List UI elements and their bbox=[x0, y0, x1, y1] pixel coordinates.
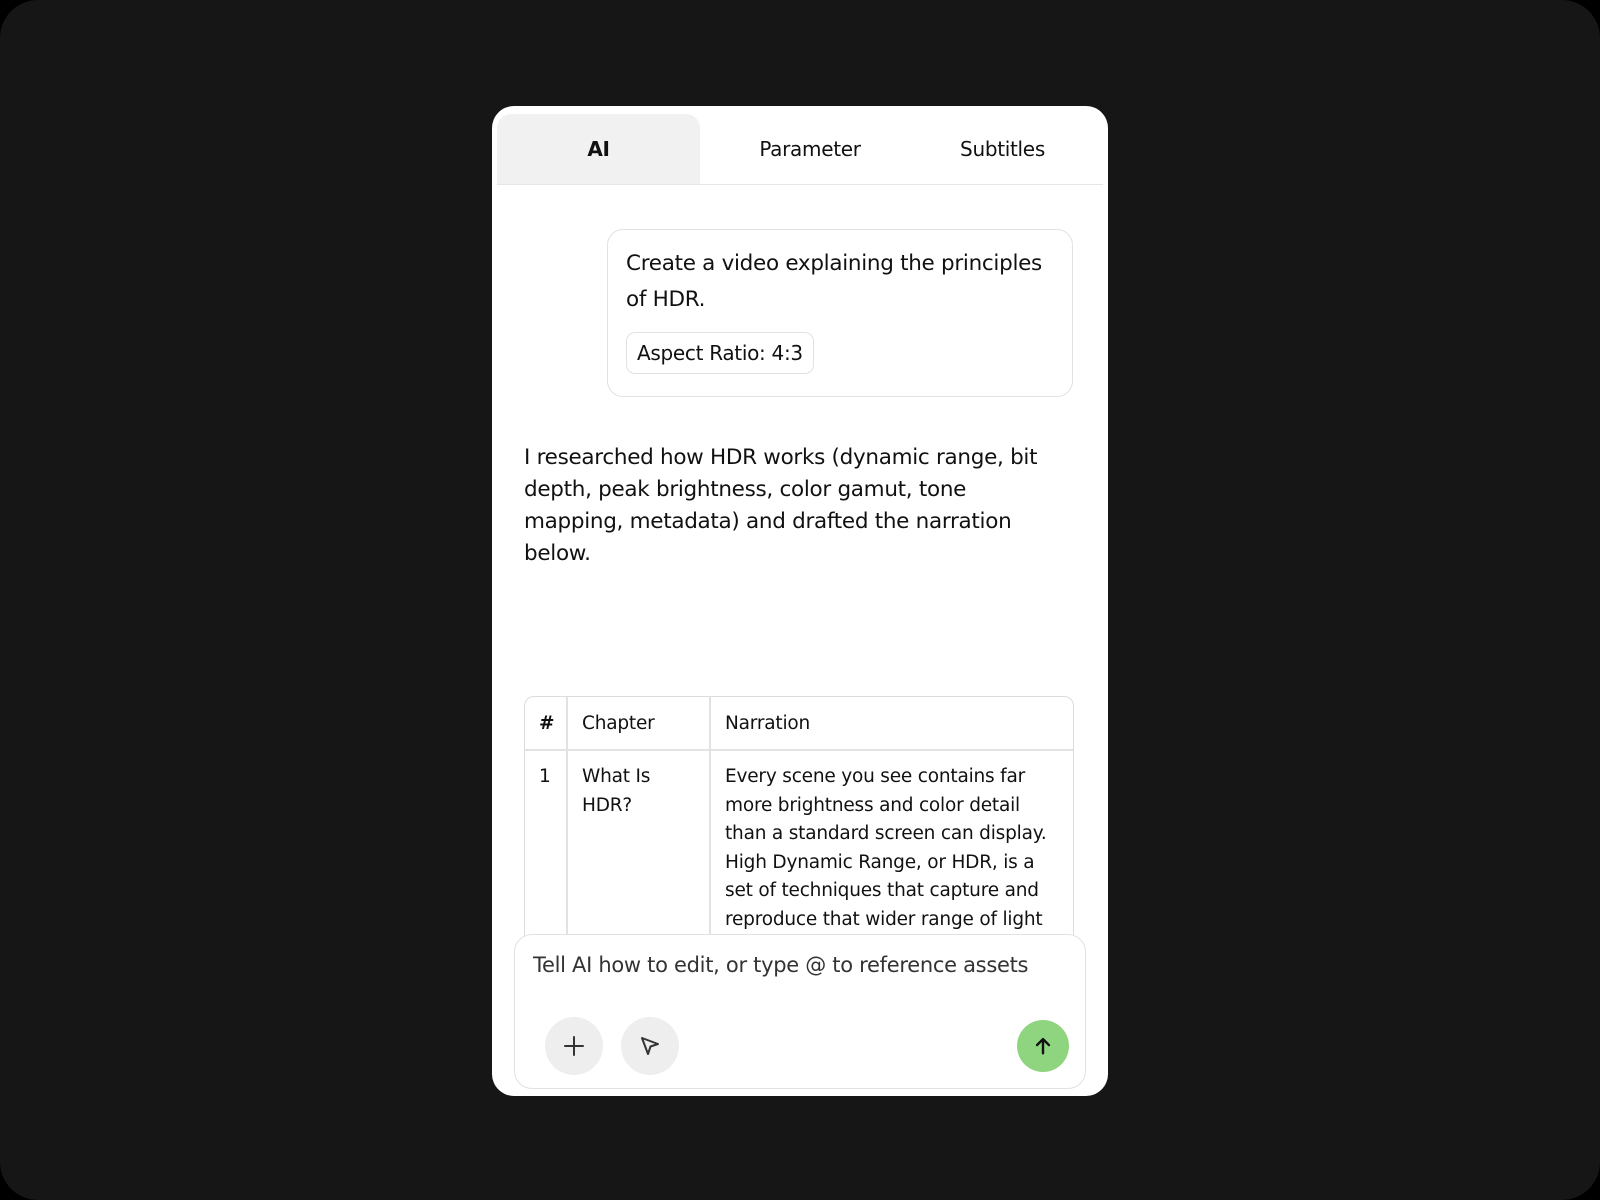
aspect-ratio-chip: Aspect Ratio: 4:3 bbox=[626, 332, 814, 374]
header-narration: Narration bbox=[709, 697, 1073, 751]
add-attachment-button[interactable] bbox=[545, 1017, 603, 1075]
user-message-bubble: Create a video explaining the principles… bbox=[607, 229, 1073, 397]
tab-ai[interactable]: AI bbox=[497, 114, 700, 184]
prompt-input[interactable] bbox=[533, 953, 1063, 977]
tab-subtitles[interactable]: Subtitles bbox=[920, 114, 1085, 184]
tab-bar: AI Parameter Subtitles bbox=[497, 114, 1103, 185]
tab-parameter[interactable]: Parameter bbox=[700, 114, 920, 184]
header-chapter: Chapter bbox=[566, 697, 710, 751]
header-number: # bbox=[525, 697, 567, 751]
ai-message-text: I researched how HDR works (dynamic rang… bbox=[524, 445, 1038, 566]
send-button[interactable] bbox=[1017, 1020, 1069, 1072]
prompt-composer bbox=[514, 934, 1086, 1089]
table-header-row: # Chapter Narration bbox=[525, 697, 1073, 751]
plus-icon bbox=[564, 1036, 584, 1056]
select-element-button[interactable] bbox=[621, 1017, 679, 1075]
app-background: AI Parameter Subtitles Create a video ex… bbox=[0, 0, 1600, 1200]
ai-assistant-panel: AI Parameter Subtitles Create a video ex… bbox=[492, 106, 1108, 1096]
arrow-up-icon bbox=[1035, 1037, 1051, 1055]
cursor-arrow-icon bbox=[641, 1037, 659, 1055]
user-message-text: Create a video explaining the principles… bbox=[626, 251, 1042, 312]
chat-scroll-area[interactable]: Create a video explaining the principles… bbox=[492, 186, 1108, 1042]
